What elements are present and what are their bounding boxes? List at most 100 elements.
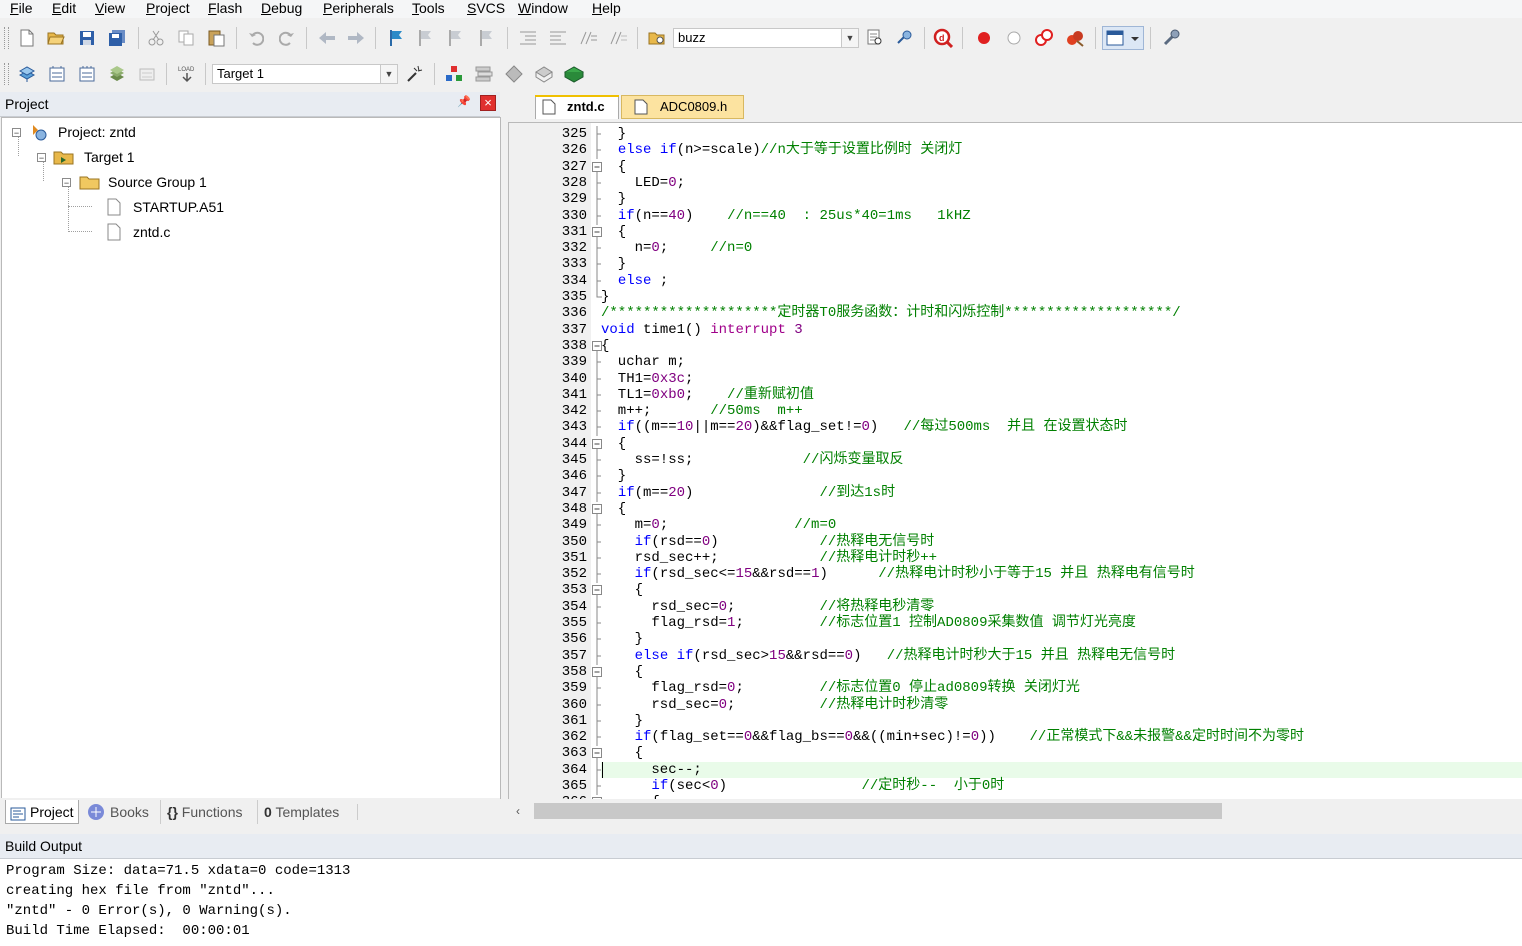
code-text: sec--;: [601, 761, 702, 778]
collapse-icon[interactable]: −: [37, 153, 46, 163]
tab-templates[interactable]: 0 Templates: [257, 800, 339, 824]
build-icon[interactable]: [46, 63, 68, 85]
build-output-panel[interactable]: Program Size: data=71.5 xdata=0 code=131…: [0, 859, 1522, 946]
toolbar-grip[interactable]: [4, 63, 9, 85]
menu-view[interactable]: View: [95, 0, 125, 18]
find-icon[interactable]: [864, 27, 886, 49]
manage-components-icon[interactable]: [443, 63, 465, 85]
code-line: {: [601, 582, 643, 598]
save-all-icon[interactable]: [106, 27, 128, 49]
chevron-down-icon[interactable]: ▼: [380, 65, 397, 83]
select-packs-icon[interactable]: [563, 63, 585, 85]
download-icon[interactable]: LOAD: [176, 63, 198, 85]
paste-icon[interactable]: [205, 27, 227, 49]
translate-icon[interactable]: [16, 63, 38, 85]
find-in-files-icon[interactable]: [646, 27, 668, 49]
pack-installer-icon[interactable]: [533, 63, 555, 85]
diamond-icon[interactable]: [503, 63, 525, 85]
build-output-line: Build Time Elapsed: 00:00:01: [6, 923, 250, 939]
tab-project[interactable]: Project: [5, 800, 79, 824]
line-number: 361: [561, 712, 587, 729]
chevron-down-icon[interactable]: ▼: [841, 29, 858, 47]
kill-breakpoints-icon[interactable]: [1064, 27, 1086, 49]
line-number: 335: [561, 289, 587, 305]
code-line: m=0; //m=0: [601, 517, 837, 533]
close-icon[interactable]: ×: [480, 95, 496, 111]
collapse-icon[interactable]: −: [62, 178, 71, 188]
menu-edit[interactable]: Edit: [52, 0, 76, 18]
fold-collapse-icon[interactable]: [591, 745, 603, 763]
prev-bookmark-icon[interactable]: [415, 27, 437, 49]
code-editor[interactable]: 325 326 327 328 329 330 331 332 333 334 335 336 337 3…: [508, 122, 1522, 800]
code-line: if(n==40) //n==40 : 25us*40=1ms 1kHZ: [601, 208, 971, 224]
batch-build-icon[interactable]: [106, 63, 128, 85]
code-number: 40: [668, 207, 686, 224]
menu-flash[interactable]: Flash: [208, 0, 242, 18]
rebuild-icon[interactable]: [76, 63, 98, 85]
comment-icon[interactable]: [577, 27, 599, 49]
code-text: uchar m;: [601, 354, 686, 371]
fold-collapse-icon[interactable]: [591, 501, 603, 518]
window-layout-icon[interactable]: [1102, 26, 1144, 50]
collapse-icon[interactable]: −: [12, 128, 21, 138]
tab-zntd-c[interactable]: zntd.c: [535, 95, 619, 119]
menu-peripherals[interactable]: Peripherals: [323, 0, 394, 18]
chevron-left-icon[interactable]: ‹: [516, 804, 520, 818]
code-number: 0: [701, 533, 711, 550]
line-number: 351: [561, 549, 587, 566]
menu-file[interactable]: File: [10, 0, 33, 18]
horizontal-scrollbar[interactable]: ‹: [508, 799, 1522, 825]
menu-tools[interactable]: Tools: [412, 0, 445, 18]
bookmark-icon[interactable]: [385, 27, 407, 49]
save-icon[interactable]: [76, 27, 98, 49]
fold-collapse-icon[interactable]: [591, 338, 603, 355]
fold-collapse-icon[interactable]: [591, 224, 603, 241]
undo-icon[interactable]: [245, 27, 267, 49]
indent-icon[interactable]: [517, 27, 539, 49]
nav-back-icon[interactable]: [316, 27, 338, 49]
configure-icon[interactable]: [1160, 27, 1182, 49]
open-icon[interactable]: [45, 27, 67, 49]
nav-forward-icon[interactable]: [345, 27, 367, 49]
file-icon: [106, 198, 122, 222]
new-file-icon[interactable]: [16, 27, 38, 49]
menu-help[interactable]: Help: [592, 0, 621, 18]
disable-breakpoint-icon[interactable]: [1003, 27, 1025, 49]
find-combo[interactable]: buzz ▼: [673, 28, 859, 48]
scrollbar-thumb[interactable]: [534, 803, 1222, 819]
code-line: rsd_sec++; //热释电计时秒++: [601, 550, 937, 566]
code-line: }: [601, 191, 626, 207]
target-combo[interactable]: Target 1 ▼: [212, 64, 398, 84]
unindent-icon[interactable]: [547, 27, 569, 49]
fold-guide: [591, 549, 603, 567]
fold-collapse-icon[interactable]: [591, 664, 603, 681]
toolbar-grip[interactable]: [4, 27, 9, 49]
code-number: 0x3c: [651, 370, 686, 387]
fold-collapse-icon[interactable]: [591, 159, 603, 176]
breakpoint-icon[interactable]: [973, 27, 995, 49]
menu-window[interactable]: Window: [518, 0, 568, 18]
fold-collapse-icon[interactable]: [591, 436, 603, 453]
copy-icon[interactable]: [175, 27, 197, 49]
menu-debug[interactable]: Debug: [261, 0, 302, 18]
next-bookmark-icon[interactable]: [445, 27, 467, 49]
fold-collapse-icon[interactable]: [591, 582, 603, 600]
build-output-title: Build Output: [5, 838, 83, 854]
menu-project[interactable]: Project: [146, 0, 190, 18]
menu-svcs[interactable]: SVCS: [467, 0, 505, 18]
disable-all-breakpoints-icon[interactable]: [1033, 27, 1055, 49]
tab-adc0809-h[interactable]: ADC0809.h: [621, 95, 744, 119]
clear-bookmarks-icon[interactable]: [476, 27, 498, 49]
code-text: flag_rsd=: [601, 615, 728, 631]
redo-icon[interactable]: [276, 27, 298, 49]
tab-functions[interactable]: {} Functions: [160, 800, 243, 824]
cut-icon[interactable]: [145, 27, 167, 49]
file-extensions-icon[interactable]: [473, 63, 495, 85]
target-options-icon[interactable]: [404, 63, 426, 85]
uncomment-icon[interactable]: [607, 27, 629, 49]
stop-build-icon[interactable]: [136, 63, 158, 85]
debug-session-icon[interactable]: d: [932, 27, 954, 49]
pin-icon[interactable]: 📌: [457, 95, 471, 108]
incremental-find-icon[interactable]: [894, 27, 916, 49]
